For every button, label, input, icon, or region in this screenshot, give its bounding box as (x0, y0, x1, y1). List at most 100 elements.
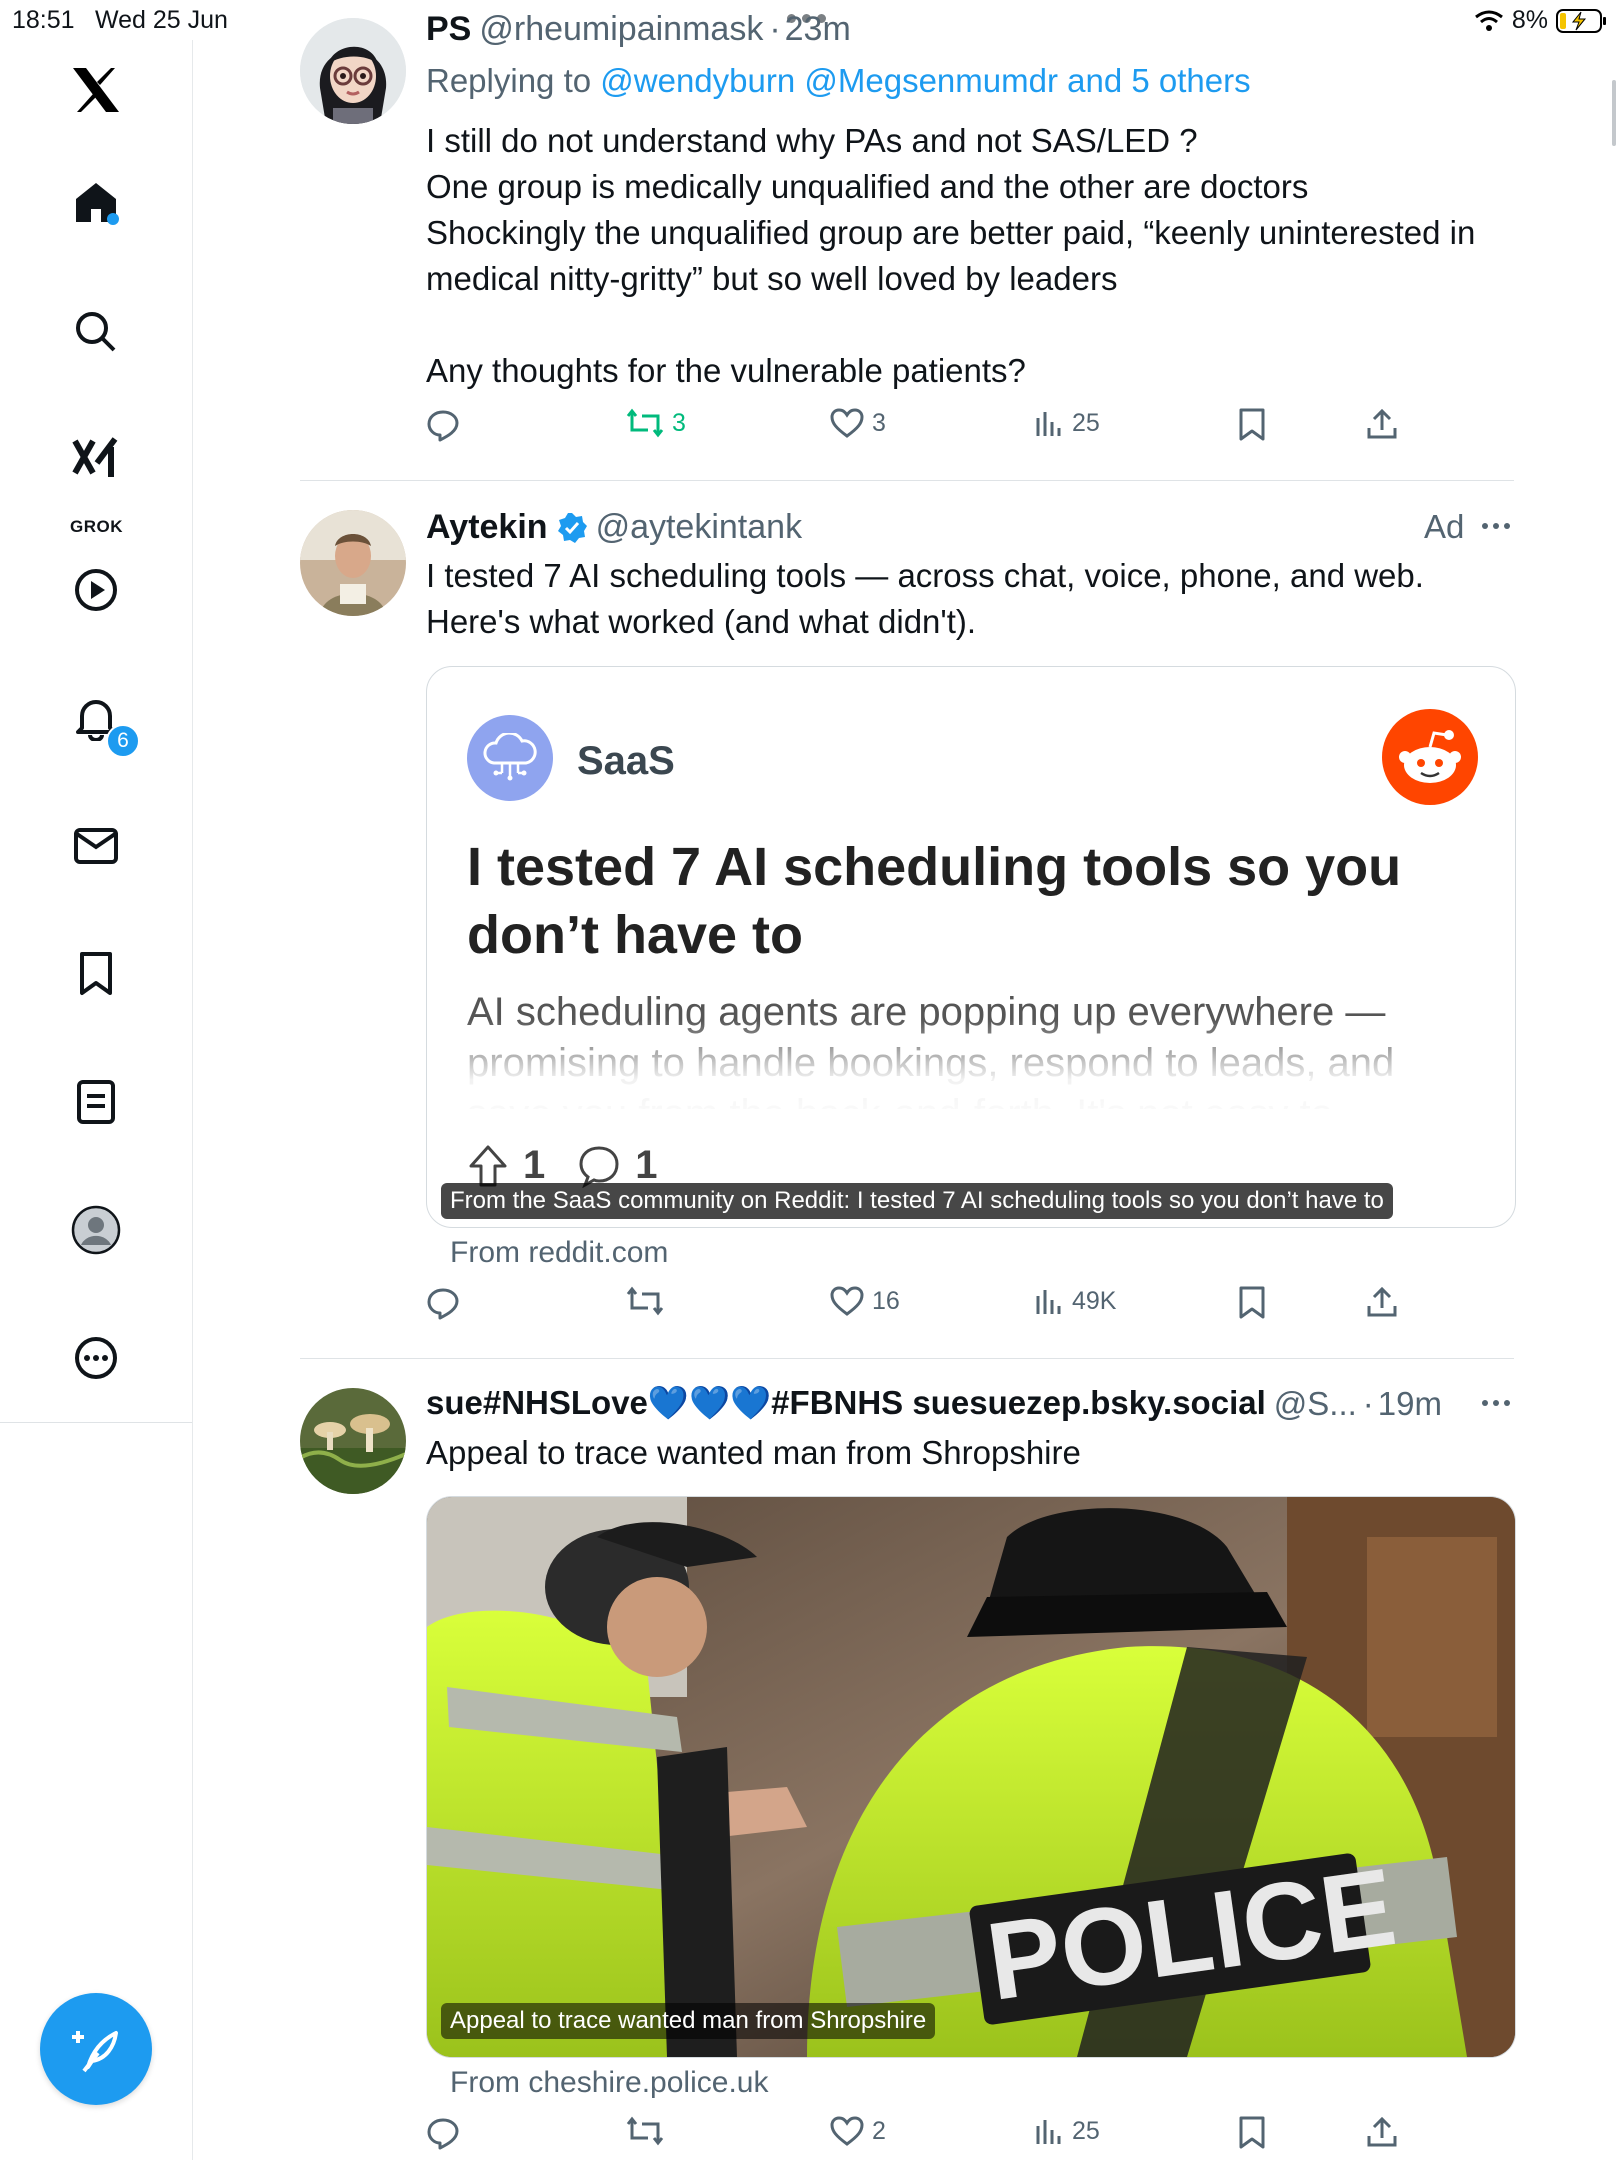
wifi-icon (1474, 10, 1503, 31)
replying-to: Replying to @wendyburn @Megsenmumdr and … (426, 62, 1251, 100)
status-date: Wed 25 Jun (95, 6, 228, 34)
heart-icon (830, 1286, 864, 1316)
notifications-badge: 6 (106, 724, 140, 758)
like-button[interactable]: 16 (830, 1286, 900, 1316)
sidebar-item-profile[interactable] (58, 1192, 134, 1268)
bookmark-icon (1239, 2116, 1265, 2149)
tweet-actions: 2 25 (426, 2116, 1406, 2160)
mail-icon (74, 828, 118, 864)
tweet-header: Aytekin @aytekintank (426, 508, 802, 547)
sidebar-item-bookmarks[interactable] (58, 936, 134, 1012)
card-upvotes: 1 (523, 1143, 546, 1187)
tweet-text: Appeal to trace wanted man from Shropshi… (426, 1434, 1081, 1471)
views-count: 25 (1072, 2116, 1100, 2145)
sidebar-divider (0, 1422, 192, 1423)
bookmark-button[interactable] (1238, 2116, 1266, 2150)
share-button[interactable] (1366, 408, 1398, 440)
bookmark-icon (1239, 408, 1265, 441)
tweet-more-button[interactable] (1482, 1400, 1510, 1406)
timestamp[interactable]: 23m (785, 10, 851, 49)
avatar[interactable] (300, 510, 406, 616)
repost-count: 3 (672, 408, 686, 437)
views-button[interactable]: 25 (1034, 408, 1100, 438)
share-button[interactable] (1366, 2116, 1398, 2148)
repost-icon (626, 1286, 664, 1316)
reddit-logo-icon (1382, 709, 1478, 805)
share-icon (1367, 2116, 1397, 2147)
like-count: 2 (872, 2116, 886, 2145)
status-right: 8% (1474, 6, 1608, 35)
upvote-icon (469, 1145, 507, 1186)
bookmark-button[interactable] (1238, 408, 1266, 442)
list-icon (77, 1080, 115, 1124)
compose-post-button[interactable] (40, 1993, 152, 2105)
views-button[interactable]: 25 (1034, 2116, 1100, 2146)
bookmark-button[interactable] (1238, 1286, 1266, 1320)
reply-icon (427, 1288, 459, 1320)
views-chart-icon (1036, 2120, 1061, 2144)
avatar[interactable] (300, 18, 406, 124)
tweet-header: sue#NHSLove💙💙💙#FBNHS suesuezep.bsky.soci… (426, 1384, 1442, 1423)
x-logo-icon[interactable] (58, 52, 134, 128)
sidebar-item-home[interactable] (58, 164, 134, 240)
handle[interactable]: @aytekintank (596, 508, 803, 547)
play-circle-icon (75, 569, 117, 611)
reply-icon (427, 410, 459, 442)
handle[interactable]: @rheumipainmask (479, 10, 763, 49)
image-caption: Appeal to trace wanted man from Shropshi… (441, 2003, 936, 2039)
reply-button[interactable] (426, 1286, 460, 1320)
like-button[interactable]: 2 (830, 2116, 886, 2146)
bookmark-icon (1239, 1286, 1265, 1319)
more-circle-icon (75, 1337, 117, 1379)
police-officers-photo: POLICE (427, 1497, 1515, 2057)
handle[interactable]: @S... (1274, 1385, 1357, 1423)
replying-to-links[interactable]: @wendyburn @Megsenmumdr and 5 others (600, 62, 1250, 99)
search-icon (76, 312, 116, 352)
like-count: 3 (872, 408, 886, 437)
card-source[interactable]: From cheshire.police.uk (450, 2066, 768, 2100)
sidebar-item-videos[interactable] (58, 552, 134, 628)
separator: · (769, 10, 781, 48)
tweet-separator (300, 480, 1514, 481)
replying-prefix: Replying to (426, 62, 601, 99)
scroll-indicator[interactable] (1612, 80, 1616, 146)
tweet-header: PS @rheumipainmask · 23m (426, 10, 851, 49)
sidebar-item-lists[interactable] (58, 1064, 134, 1140)
card-caption: From the SaaS community on Reddit: I tes… (441, 1183, 1393, 1219)
reply-icon (427, 2118, 459, 2150)
tweet-more-button[interactable] (1482, 523, 1510, 529)
sidebar-item-messages[interactable] (58, 808, 134, 884)
display-name[interactable]: sue#NHSLove💙💙💙#FBNHS suesuezep.bsky.soci… (426, 1384, 1266, 1423)
tweet-image[interactable]: POLICE Appeal to trace wanted man from S… (426, 1496, 1516, 2058)
card-source[interactable]: From reddit.com (450, 1236, 668, 1270)
link-card[interactable]: SaaS I tested 7 AI scheduling tools so y… (426, 666, 1516, 1228)
sidebar-item-more[interactable] (58, 1320, 134, 1396)
heart-icon (830, 408, 864, 438)
repost-button[interactable] (626, 1286, 664, 1316)
views-count: 25 (1072, 408, 1100, 437)
card-stats: 1 1 (467, 1143, 658, 1188)
tweet-text: I tested 7 AI scheduling tools — across … (426, 557, 1424, 640)
comment-bubble-icon (579, 1145, 619, 1188)
share-icon (1367, 1286, 1397, 1317)
card-fade (427, 1019, 1515, 1129)
tweet-text: I still do not understand why PAs and no… (426, 122, 1476, 389)
display-name[interactable]: PS (426, 10, 471, 49)
share-button[interactable] (1366, 1286, 1398, 1318)
tweet-actions: 3 3 25 (426, 408, 1406, 452)
reply-button[interactable] (426, 408, 460, 442)
sidebar-item-grok[interactable] (58, 418, 134, 494)
like-button[interactable]: 3 (830, 408, 886, 438)
tweet-separator (300, 1358, 1514, 1359)
repost-icon (626, 408, 664, 438)
views-button[interactable]: 49K (1034, 1286, 1116, 1316)
sidebar-item-explore[interactable] (58, 294, 134, 370)
display-name[interactable]: Aytekin (426, 508, 548, 547)
repost-button[interactable] (626, 2116, 664, 2146)
tweet-actions: 16 49K (426, 1286, 1406, 1330)
timestamp[interactable]: 19m (1378, 1385, 1442, 1423)
repost-button[interactable]: 3 (626, 408, 686, 438)
reply-button[interactable] (426, 2116, 460, 2150)
heart-icon (830, 2116, 864, 2146)
avatar[interactable] (300, 1388, 406, 1494)
